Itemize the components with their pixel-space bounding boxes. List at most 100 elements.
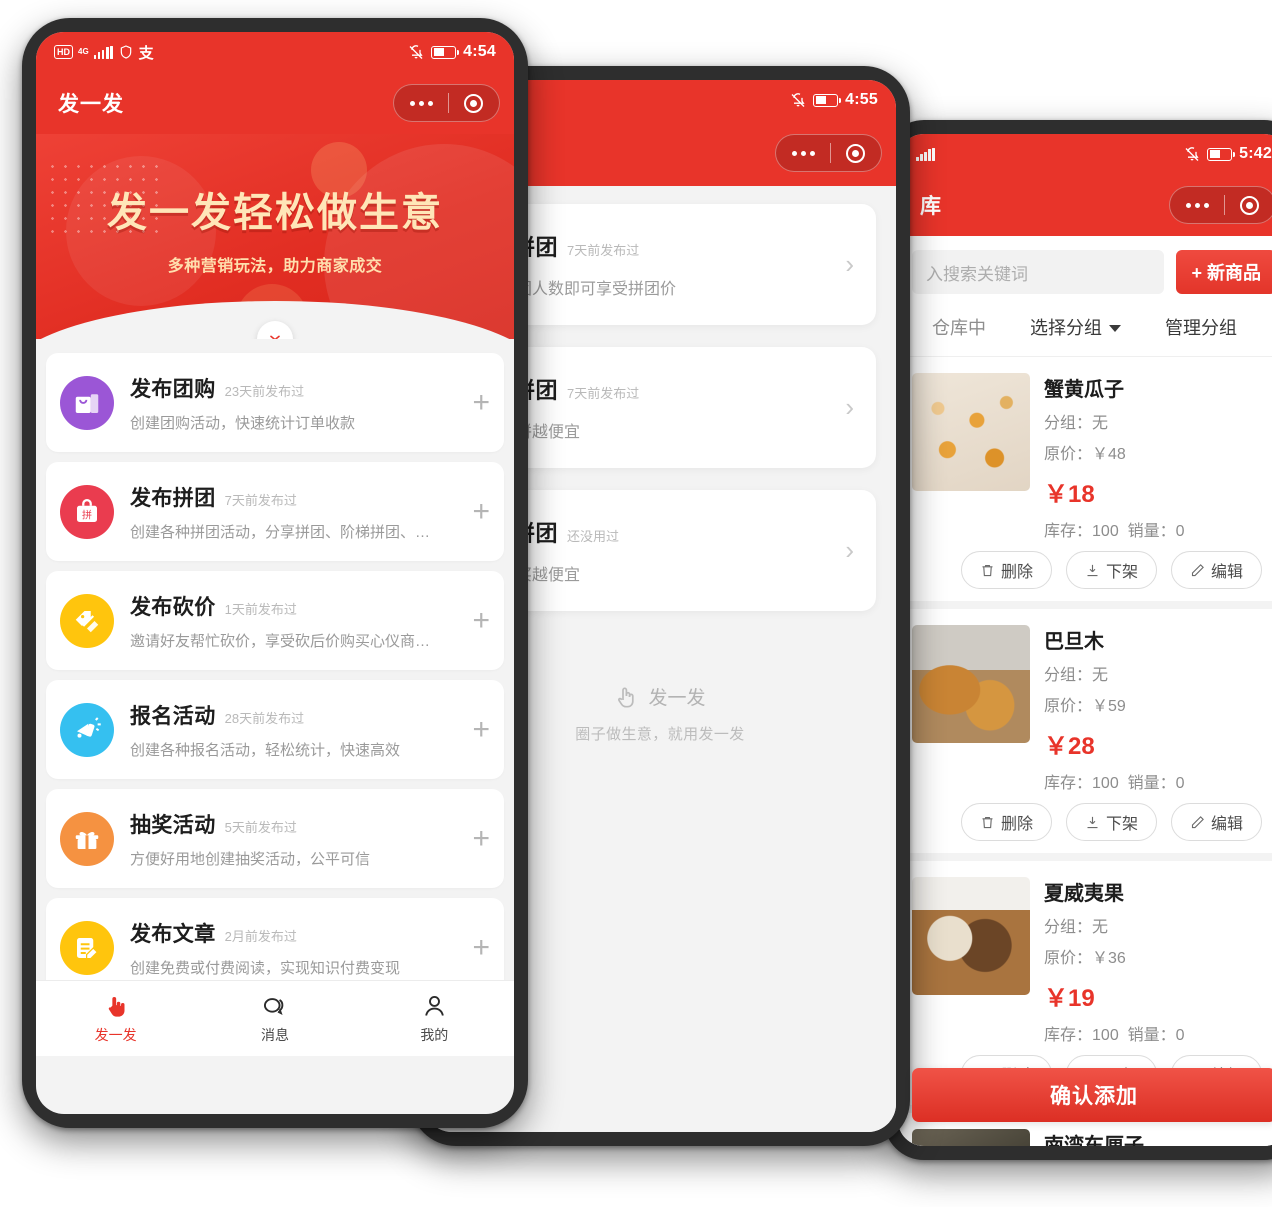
capsule-divider bbox=[1224, 195, 1225, 215]
close-target-icon[interactable] bbox=[846, 143, 865, 163]
phone-screen-product-library: 5:42 库 入搜索关键词 + 新商品 仓库中 选择分组 管理分组 蟹黄瓜子 分… bbox=[898, 134, 1272, 1146]
article-pen-icon bbox=[60, 920, 114, 975]
product-name: 南湾车厘子 bbox=[1044, 1135, 1144, 1146]
delete-button[interactable]: 删除 bbox=[960, 551, 1052, 589]
edit-button[interactable]: 编辑 bbox=[1170, 551, 1262, 589]
list-item[interactable]: 报名活动 28天前发布过 创建各种报名活动，轻松统计，快速高效 + bbox=[46, 680, 504, 779]
add-product-button[interactable]: + 新商品 bbox=[1176, 250, 1272, 294]
chevron-double-down-icon bbox=[270, 335, 280, 339]
edit-button[interactable]: 编辑 bbox=[1170, 803, 1262, 841]
add-icon[interactable]: + bbox=[462, 932, 490, 963]
product-group: 分组：无 bbox=[1044, 667, 1109, 684]
miniprogram-capsule-phone2[interactable] bbox=[775, 134, 882, 172]
tab-messages[interactable]: 消息 bbox=[195, 981, 354, 1056]
hand-tap-icon bbox=[618, 687, 635, 708]
product-image bbox=[912, 625, 1030, 743]
pencil-icon bbox=[1191, 563, 1204, 576]
confirm-add-button[interactable]: 确认添加 bbox=[912, 1068, 1272, 1122]
miniprogram-nav-phone3: 库 bbox=[898, 174, 1272, 236]
filter-select-group[interactable]: 选择分组 bbox=[1030, 314, 1121, 340]
tab-home[interactable]: 发一发 bbox=[36, 981, 195, 1056]
filter-manage-group[interactable]: 管理分组 bbox=[1165, 314, 1237, 340]
item-meta: 1天前发布过 bbox=[224, 601, 297, 617]
close-target-icon[interactable] bbox=[1240, 195, 1259, 215]
trash-icon bbox=[982, 564, 993, 576]
chevron-right-icon: › bbox=[845, 535, 854, 565]
tab-profile[interactable]: 我的 bbox=[355, 981, 514, 1056]
product-image bbox=[912, 373, 1030, 491]
delete-button[interactable]: 删除 bbox=[960, 803, 1052, 841]
product-original-price: 原价：￥36 bbox=[1044, 950, 1126, 967]
product-row: 巴旦木 分组：无 原价：￥59 ￥28 库存：100 销量：0 删除 下架 编辑 bbox=[898, 609, 1272, 861]
clock-phone1: 4:54 bbox=[463, 43, 496, 60]
item-title: 发布团购 bbox=[130, 377, 216, 401]
filter-warehouse[interactable]: 仓库中 bbox=[932, 314, 986, 340]
status-left-phone1: HD 4G 支 bbox=[54, 42, 154, 63]
hd-icon: HD bbox=[54, 45, 73, 59]
item-text: 发布砍价 1天前发布过 邀请好友帮忙砍价，享受砍后价购买心仪商… bbox=[130, 591, 462, 651]
promo-banner: 发一发轻松做生意 多种营销玩法，助力商家成交 bbox=[36, 134, 514, 339]
item-title: 发布拼团 bbox=[130, 486, 216, 510]
unlist-button[interactable]: 下架 bbox=[1065, 803, 1157, 841]
item-title: 发布文章 bbox=[130, 922, 216, 946]
chevron-down-icon bbox=[1109, 325, 1121, 332]
product-stock-sales: 库存：100 销量：0 bbox=[1044, 1027, 1185, 1044]
item-title-row: 发布砍价 1天前发布过 bbox=[130, 591, 462, 621]
download-icon bbox=[1087, 564, 1098, 576]
item-title-row: 报名活动 28天前发布过 bbox=[130, 700, 462, 730]
add-icon[interactable]: + bbox=[462, 714, 490, 745]
item-desc: 创建各种拼团活动，分享拼团、阶梯拼团、… bbox=[130, 523, 431, 541]
item-text: 发布文章 2月前发布过 创建免费或付费阅读，实现知识付费变现 bbox=[130, 918, 462, 978]
more-menu-icon[interactable] bbox=[1173, 202, 1222, 208]
list-item[interactable]: 发布团购 23天前发布过 创建团购活动，快速统计订单收款 + bbox=[46, 353, 504, 452]
product-stock-sales: 库存：100 销量：0 bbox=[1044, 523, 1185, 540]
more-menu-icon[interactable] bbox=[397, 100, 446, 106]
product-list: 蟹黄瓜子 分组：无 原价：￥48 ￥18 库存：100 销量：0 删除 下架 编… bbox=[898, 357, 1272, 1146]
product-name: 蟹黄瓜子 bbox=[1044, 379, 1124, 401]
item-title: 发布砍价 bbox=[130, 595, 216, 619]
item-desc: 创建各种报名活动，轻松统计，快速高效 bbox=[130, 741, 401, 759]
product-name: 夏威夷果 bbox=[1044, 883, 1124, 905]
status-bar-phone1: HD 4G 支 4:54 bbox=[36, 32, 514, 72]
feature-list: 发布团购 23天前发布过 创建团购活动，快速统计订单收款 + 拼 发布拼团 7天… bbox=[36, 339, 514, 1056]
product-original-price: 原价：￥59 bbox=[1044, 698, 1126, 715]
add-icon[interactable]: + bbox=[462, 605, 490, 636]
search-bar-row: 入搜索关键词 + 新商品 bbox=[898, 236, 1272, 308]
list-item[interactable]: 发布砍价 1天前发布过 邀请好友帮忙砍价，享受砍后价购买心仪商… + bbox=[46, 571, 504, 670]
product-info: 南湾车厘子 分组：无 原价：￥16 bbox=[1044, 1129, 1272, 1146]
add-icon[interactable]: + bbox=[462, 823, 490, 854]
miniprogram-capsule-phone1[interactable] bbox=[393, 84, 500, 122]
item-meta: 23天前发布过 bbox=[224, 383, 305, 399]
unlist-button[interactable]: 下架 bbox=[1065, 551, 1157, 589]
more-menu-icon[interactable] bbox=[779, 150, 828, 156]
tab-label: 我的 bbox=[420, 1026, 449, 1043]
list-item[interactable]: 拼 发布拼团 7天前发布过 创建各种拼团活动，分享拼团、阶梯拼团、… + bbox=[46, 462, 504, 561]
network-type-label: 4G bbox=[78, 47, 89, 56]
add-icon[interactable]: + bbox=[462, 387, 490, 418]
status-left-phone3 bbox=[916, 147, 935, 161]
battery-icon bbox=[431, 45, 460, 59]
item-title-row: 发布团购 23天前发布过 bbox=[130, 373, 462, 403]
product-info: 蟹黄瓜子 分组：无 原价：￥48 ￥18 库存：100 销量：0 bbox=[1044, 373, 1272, 541]
bargain-tag-icon bbox=[60, 593, 114, 648]
product-name: 巴旦木 bbox=[1044, 631, 1104, 653]
item-desc: 创建团购活动，快速统计订单收款 bbox=[130, 414, 356, 432]
search-input[interactable]: 入搜索关键词 bbox=[912, 250, 1165, 294]
list-item[interactable]: 抽奖活动 5天前发布过 方便好用地创建抽奖活动，公平可信 + bbox=[46, 789, 504, 888]
product-price: ￥19 bbox=[1044, 985, 1095, 1012]
close-target-icon[interactable] bbox=[464, 93, 483, 113]
filter-row: 仓库中 选择分组 管理分组 bbox=[898, 308, 1272, 357]
item-text: 发布拼团 7天前发布过 创建各种拼团活动，分享拼团、阶梯拼团、… bbox=[130, 482, 462, 542]
page-title-phone3: 库 bbox=[920, 195, 942, 218]
product-original-price: 原价：￥48 bbox=[1044, 446, 1126, 463]
add-icon[interactable]: + bbox=[462, 496, 490, 527]
page-title-phone1: 发一发 bbox=[58, 93, 124, 116]
status-right-phone1: 4:54 bbox=[408, 43, 496, 61]
item-text: 发布团购 23天前发布过 创建团购活动，快速统计订单收款 bbox=[130, 373, 462, 433]
clock-phone3: 5:42 bbox=[1239, 145, 1272, 162]
product-actions: 删除 下架 编辑 bbox=[912, 793, 1272, 841]
miniprogram-capsule-phone3[interactable] bbox=[1169, 186, 1272, 224]
battery-icon bbox=[813, 93, 842, 107]
status-right-phone3: 5:42 bbox=[1184, 145, 1272, 163]
banner-title: 发一发轻松做生意 bbox=[107, 191, 443, 235]
